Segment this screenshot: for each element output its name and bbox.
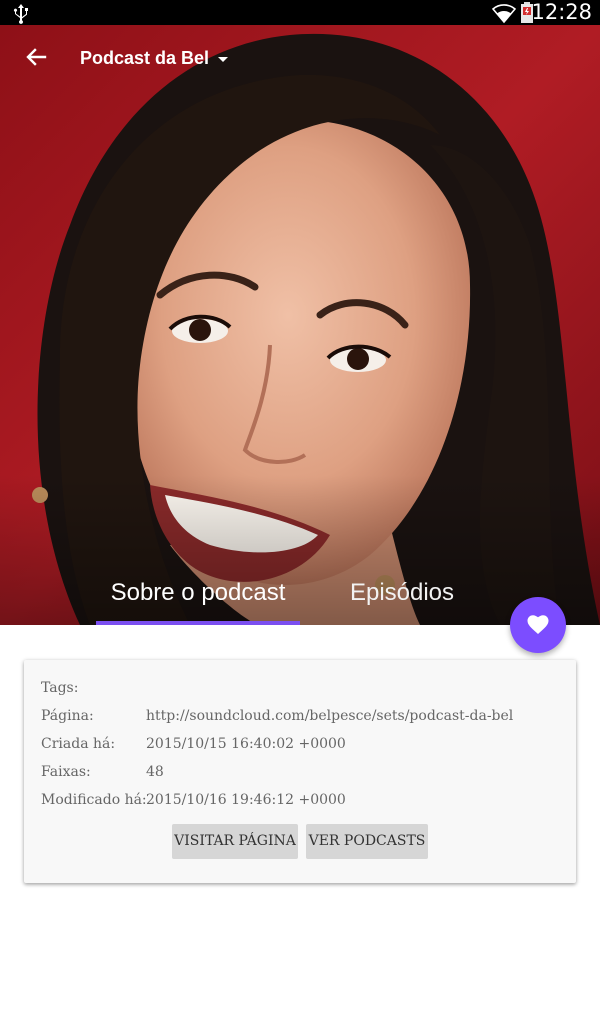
modified-label: Modificado há: <box>41 792 147 808</box>
page-title: Podcast da Bel <box>80 47 210 68</box>
clock: 12:28 <box>531 0 592 24</box>
portrait-photo <box>0 25 600 625</box>
caret-down-icon <box>218 56 229 62</box>
heart-icon <box>527 615 549 634</box>
page-url: http://soundcloud.com/belpesce/sets/podc… <box>146 708 514 724</box>
visit-page-button[interactable]: VISITAR PÁGINA <box>172 824 298 859</box>
tags-label: Tags: <box>41 680 79 696</box>
tab-episodios[interactable]: Episódios <box>300 560 504 625</box>
created-label: Criada há: <box>41 736 116 752</box>
created-value: 2015/10/15 16:40:02 +0000 <box>146 736 346 752</box>
modified-value: 2015/10/16 19:46:12 +0000 <box>146 792 346 808</box>
podcast-info-card: Tags: Página: http://soundcloud.com/belp… <box>24 660 576 883</box>
view-podcasts-button[interactable]: VER PODCASTS <box>306 824 428 859</box>
app-bar: Podcast da Bel <box>0 25 600 89</box>
tab-sobre-o-podcast[interactable]: Sobre o podcast <box>96 560 300 625</box>
favorite-button[interactable] <box>510 597 566 653</box>
tracks-label: Faixas: <box>41 764 91 780</box>
usb-icon <box>13 4 28 24</box>
status-bar: 12:28 <box>0 0 600 25</box>
tracks-value: 48 <box>146 764 164 780</box>
page-label: Página: <box>41 708 94 724</box>
tab-bar: Sobre o podcast Episódios <box>0 560 600 625</box>
tab-indicator <box>96 621 300 625</box>
podcast-title-dropdown[interactable]: Podcast da Bel <box>80 45 229 71</box>
wifi-icon <box>492 4 516 24</box>
back-arrow-icon[interactable] <box>20 41 52 73</box>
podcast-cover-image <box>0 25 600 625</box>
